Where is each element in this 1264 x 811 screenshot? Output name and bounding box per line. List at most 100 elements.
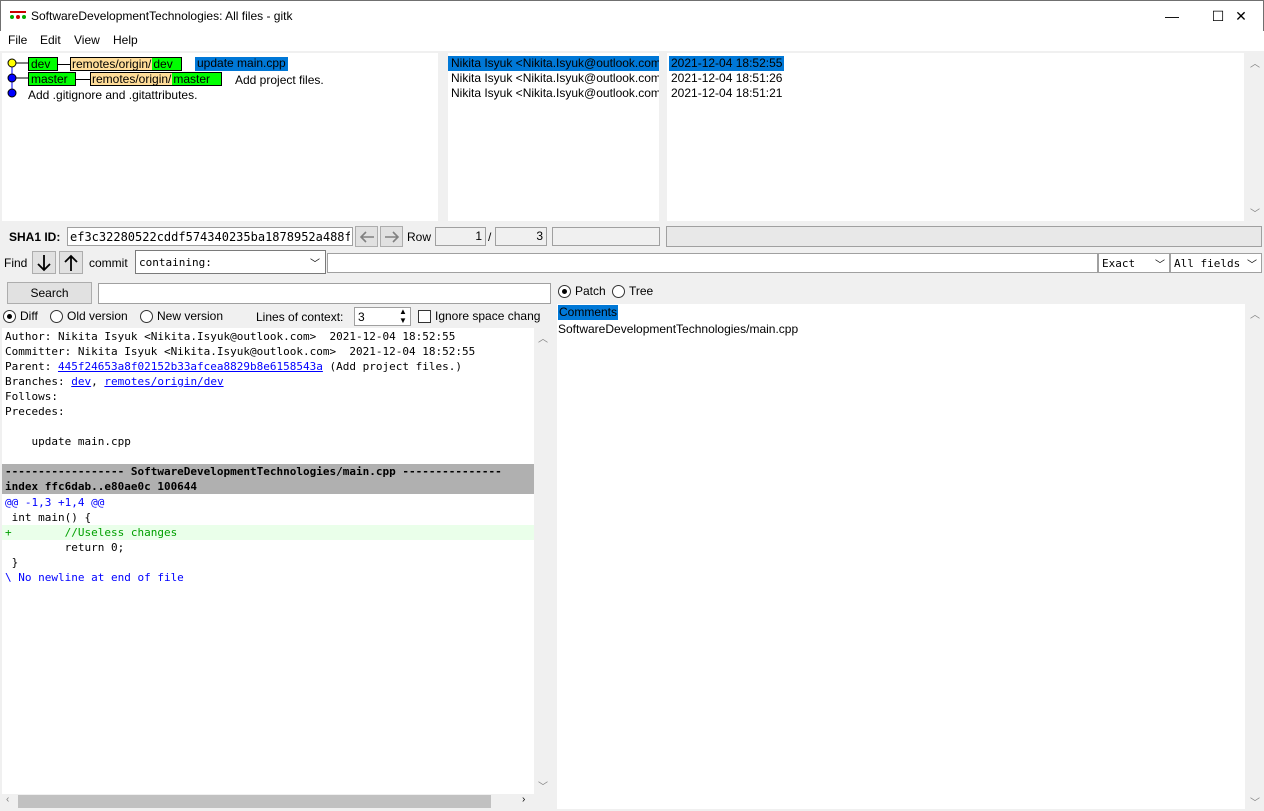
file-list-scrollbar[interactable]: ︿ ﹀ [1246,304,1262,809]
status-field [666,226,1262,247]
row-current: 1 [435,227,486,246]
find-mode-select[interactable]: containing: ﹀ [135,250,326,274]
tree-radio[interactable]: Tree [612,284,653,298]
diff-radio[interactable]: Diff [3,309,38,323]
gitk-app-icon [10,11,26,19]
author-cell: Nikita Isyuk <Nikita.Isyuk@outlook.com> [451,86,659,100]
search-input[interactable] [98,283,551,304]
branch-link-remote-dev[interactable]: remotes/origin/dev [104,375,223,388]
commit-row-3[interactable]: Add .gitignore and .gitattributes. [28,86,428,102]
spin-up-icon[interactable]: ▲ [399,307,407,316]
menu-edit[interactable]: Edit [40,33,61,47]
index-line: index ffc6dab..e80ae0c 100644 [2,479,534,494]
back-button[interactable] [355,226,378,247]
parent-message: (Add project files.) [322,360,462,373]
diff-pane[interactable]: Author: Nikita Isyuk <Nikita.Isyuk@outlo… [2,328,534,794]
parent-label: Parent: [5,360,58,373]
checkbox-icon [418,309,431,323]
spin-down-icon[interactable]: ▼ [399,316,407,325]
diff-radio-label: Diff [20,309,38,323]
row-total: 3 [495,227,547,246]
scroll-up-icon[interactable]: ︿ [1250,55,1260,70]
ignore-space-label: Ignore space chang [435,309,541,323]
scroll-left-icon[interactable]: ‹ [6,794,9,805]
tag-connector [76,79,90,80]
follows-line: Follows: [5,390,58,403]
remote-branch: master [172,73,221,85]
forward-button[interactable] [380,226,403,247]
search-button[interactable]: Search [7,282,92,304]
branch-tag-master[interactable]: master [28,72,76,86]
context-line: return 0; [5,541,125,554]
progress-field [552,227,660,246]
find-match-select[interactable]: Exact ﹀ [1098,253,1170,273]
minimize-button[interactable]: — [1149,1,1195,31]
title-bar: SoftwareDevelopmentTechnologies: All fil… [0,0,1264,31]
radio-icon [140,309,153,323]
arrow-down-icon [37,254,51,271]
menu-help[interactable]: Help [113,33,138,47]
new-version-radio[interactable]: New version [140,309,223,323]
commit-graph-pane[interactable]: dev remotes/origin/ dev update main.cpp … [2,53,438,221]
branch-tag-remote-master[interactable]: remotes/origin/ master [90,72,222,86]
commit-message: Add project files. [235,73,324,87]
scroll-down-icon[interactable]: ﹀ [1250,794,1260,809]
scroll-thumb[interactable] [18,795,491,808]
author-pane[interactable]: Nikita Isyuk <Nikita.Isyuk@outlook.com> … [448,53,659,221]
find-mode-value: containing: [139,256,212,269]
diff-vertical-scrollbar[interactable]: ︿ ﹀ [535,328,551,794]
ignore-space-checkbox[interactable]: Ignore space chang [418,309,545,323]
context-spinbox[interactable]: 3 ▲ ▼ [354,307,411,326]
commit-row-1[interactable]: dev remotes/origin/ dev update main.cpp [28,56,428,71]
commit-message: Add .gitignore and .gitattributes. [28,88,198,102]
scroll-up-icon[interactable]: ︿ [538,330,548,345]
scroll-down-icon[interactable]: ﹀ [1250,205,1260,220]
diff-horizontal-scrollbar[interactable]: ‹ › [2,794,534,809]
comments-item[interactable]: Comments [558,305,619,320]
parent-line: Parent: 445f24653a8f02152b33afcea8829b8e… [5,359,462,374]
file-list-pane[interactable]: Comments SoftwareDevelopmentTechnologies… [557,304,1245,809]
menu-view[interactable]: View [74,33,100,47]
menu-file[interactable]: File [8,33,27,47]
scroll-right-icon[interactable]: › [522,794,525,805]
sha1-field[interactable] [67,227,353,246]
find-input[interactable] [327,253,1098,273]
hunk-header-line: @@ -1,3 +1,4 @@ [5,496,105,509]
branch-separator: , [91,375,105,388]
date-pane[interactable]: 2021-12-04 18:52:55 2021-12-04 18:51:26 … [667,53,1244,221]
chevron-down-icon: ﹀ [310,259,320,270]
find-fields-select[interactable]: All fields ﹀ [1170,253,1262,273]
sha1-label: SHA1 ID: [9,230,61,244]
parent-link[interactable]: 445f24653a8f02152b33afcea8829b8e6158543a [58,360,323,373]
chevron-down-icon: ﹀ [1247,260,1257,271]
find-next-button[interactable] [32,251,56,274]
scroll-down-icon[interactable]: ﹀ [538,778,548,793]
commit-list-scrollbar[interactable]: ︿ ﹀ [1246,53,1262,221]
find-label: Find [4,256,28,270]
date-cell: 2021-12-04 18:52:55 [669,56,785,71]
commit-row-2[interactable]: master remotes/origin/ master Add projec… [28,71,428,87]
file-item[interactable]: SoftwareDevelopmentTechnologies/main.cpp [558,322,798,337]
no-newline-line: \ No newline at end of file [5,571,184,584]
date-cell: 2021-12-04 18:51:26 [671,71,783,85]
branch-tag-dev[interactable]: dev [28,57,58,71]
branch-tag-remote-dev[interactable]: remotes/origin/ dev [70,57,182,71]
added-line: + //Useless changes [2,525,534,540]
close-button[interactable]: ✕ [1218,1,1264,31]
context-line: int main() { [5,511,92,524]
arrow-up-icon [64,254,78,271]
new-version-label: New version [157,309,224,323]
branch-link-dev[interactable]: dev [71,375,91,388]
arrow-right-icon [384,230,399,243]
tree-label: Tree [629,284,654,298]
find-match-value: Exact [1102,257,1136,270]
patch-label: Patch [575,284,606,298]
patch-radio[interactable]: Patch [558,284,606,298]
find-prev-button[interactable] [59,251,83,274]
scroll-up-icon[interactable]: ︿ [1250,306,1260,321]
row-separator: / [488,230,492,244]
chevron-down-icon: ﹀ [1155,260,1165,271]
branches-line: Branches: dev, remotes/origin/dev [5,374,224,389]
old-version-radio[interactable]: Old version [50,309,128,323]
remote-prefix: remotes/origin/ [71,57,153,71]
